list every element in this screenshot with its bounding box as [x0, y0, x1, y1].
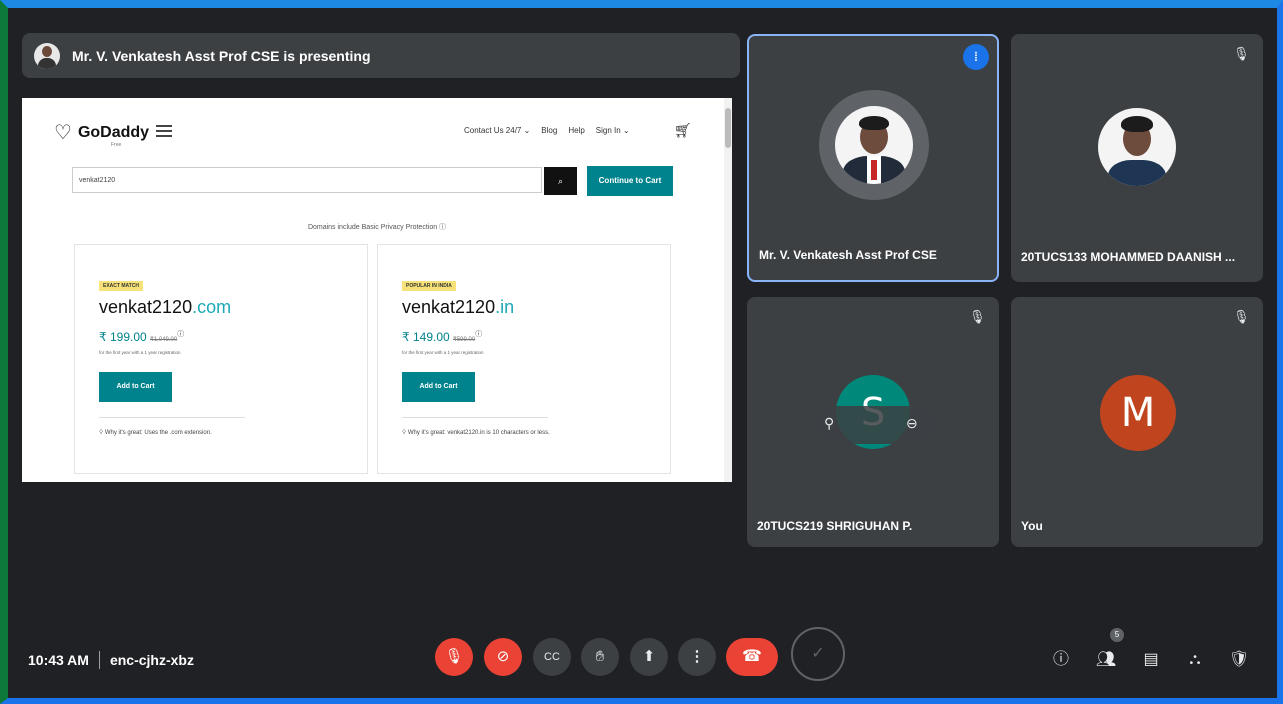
people-icon[interactable]: 👥︎: [1094, 648, 1118, 672]
shared-screen: ♡ GoDaddy Free Contact Us 24/7 ⌄ Blog He…: [22, 98, 732, 482]
price-note: for the first year with a 1 year registr…: [402, 350, 484, 355]
captions-icon[interactable]: CC: [533, 638, 571, 676]
participant-photo: [1098, 108, 1176, 186]
add-to-cart-button: Add to Cart: [99, 372, 172, 402]
meeting-time: 10:43 AM: [28, 652, 89, 668]
presenting-text: Mr. V. Venkatesh Asst Prof CSE is presen…: [72, 47, 371, 64]
raise-hand-icon[interactable]: ✋︎: [581, 638, 619, 676]
meeting-code[interactable]: enc-cjhz-xbz: [110, 652, 194, 668]
participant-name: You: [1021, 519, 1043, 533]
add-to-cart-button: Add to Cart: [402, 372, 475, 402]
participant-name: 20TUCS133 MOHAMMED DAANISH ...: [1021, 250, 1236, 264]
nav-help: Help: [568, 126, 585, 135]
godaddy-nav: Contact Us 24/7 ⌄ Blog Help Sign In ⌄: [464, 126, 630, 135]
remove-icon[interactable]: ⊖: [906, 415, 918, 432]
mic-off-icon: 🎙︎: [1233, 46, 1250, 61]
lightbulb-icon: 💡︎: [99, 430, 104, 436]
participant-photo: [835, 106, 913, 184]
participant-name: 20TUCS219 SHRIGUHAN P.: [757, 519, 913, 533]
why-great: 💡︎ Why it's great: Uses the .com extensi…: [99, 430, 212, 436]
speaking-icon: ⦙: [963, 44, 989, 70]
price-note: for the first year with a 1 year registr…: [99, 350, 181, 355]
present-icon[interactable]: ⬆: [630, 638, 668, 676]
nav-signin: Sign In ⌄: [595, 126, 630, 135]
camera-off-icon[interactable]: ⊘: [484, 638, 522, 676]
continue-to-cart-button: Continue to Cart: [587, 166, 673, 196]
participant-count-badge: 5: [1110, 628, 1124, 642]
chat-icon[interactable]: ▤: [1139, 648, 1163, 672]
presenting-banner: Mr. V. Venkatesh Asst Prof CSE is presen…: [22, 33, 740, 78]
meeting-details: 10:43 AM enc-cjhz-xbz: [28, 651, 194, 669]
status-ring-icon: ✓: [791, 627, 845, 681]
host-controls-icon[interactable]: 🛡︎: [1227, 648, 1251, 672]
more-options-icon[interactable]: ⋮: [678, 638, 716, 676]
match-tag: EXACT MATCH: [99, 281, 144, 291]
search-icon: ⌕: [544, 167, 577, 195]
mic-off-icon[interactable]: 🎙︎: [435, 638, 473, 676]
participant-tile-self[interactable]: 🎙︎ M You: [1011, 297, 1263, 547]
tile-hover-controls[interactable]: ⚲ ⊖: [816, 406, 936, 444]
nav-blog: Blog: [541, 126, 558, 135]
domain-price: ₹ 199.00 ₹1,049.00ⓘ: [99, 330, 185, 344]
info-icon[interactable]: ⓘ: [1049, 648, 1073, 672]
participant-name: Mr. V. Venkatesh Asst Prof CSE: [759, 248, 937, 262]
domain-name: venkat2120.in: [402, 297, 515, 317]
self-avatar: M: [1100, 375, 1176, 451]
nav-contact: Contact Us 24/7 ⌄: [464, 126, 531, 135]
cart-icon: 🛒︎: [674, 122, 692, 138]
match-tag: POPULAR IN INDIA: [402, 281, 456, 291]
domain-card: EXACT MATCH venkat2120.com ₹ 199.00 ₹1,0…: [74, 244, 368, 474]
participant-tile[interactable]: ⦙ Mr. V. Venkatesh Asst Prof CSE: [747, 34, 999, 282]
pin-icon[interactable]: ⚲: [824, 415, 834, 432]
shared-scrollbar: [724, 98, 732, 482]
domain-search-input: venkat2120: [72, 167, 542, 193]
presenter-avatar: [34, 42, 60, 69]
activities-icon[interactable]: ⛬: [1183, 648, 1207, 672]
godaddy-logo: ♡ GoDaddy Free: [54, 122, 150, 148]
hamburger-menu-icon: [156, 122, 172, 140]
participant-tile[interactable]: 🎙︎ 20TUCS133 MOHAMMED DAANISH ...: [1011, 34, 1263, 282]
lightbulb-icon: 💡︎: [402, 430, 407, 436]
domain-price: ₹ 149.00 ₹599.00ⓘ: [402, 330, 483, 344]
domain-card: POPULAR IN INDIA venkat2120.in ₹ 149.00 …: [377, 244, 671, 474]
mic-off-icon: 🎙︎: [1233, 309, 1250, 324]
why-great: 💡︎ Why it's great: venkat2120.in is 10 c…: [402, 430, 550, 436]
domain-name: venkat2120.com: [99, 297, 232, 317]
godaddy-heart-icon: ♡: [54, 122, 72, 144]
privacy-note: Domains include Basic Privacy Protection…: [307, 224, 447, 231]
end-call-icon[interactable]: ☎︎: [726, 638, 778, 676]
mic-off-icon: 🎙︎: [969, 309, 986, 324]
